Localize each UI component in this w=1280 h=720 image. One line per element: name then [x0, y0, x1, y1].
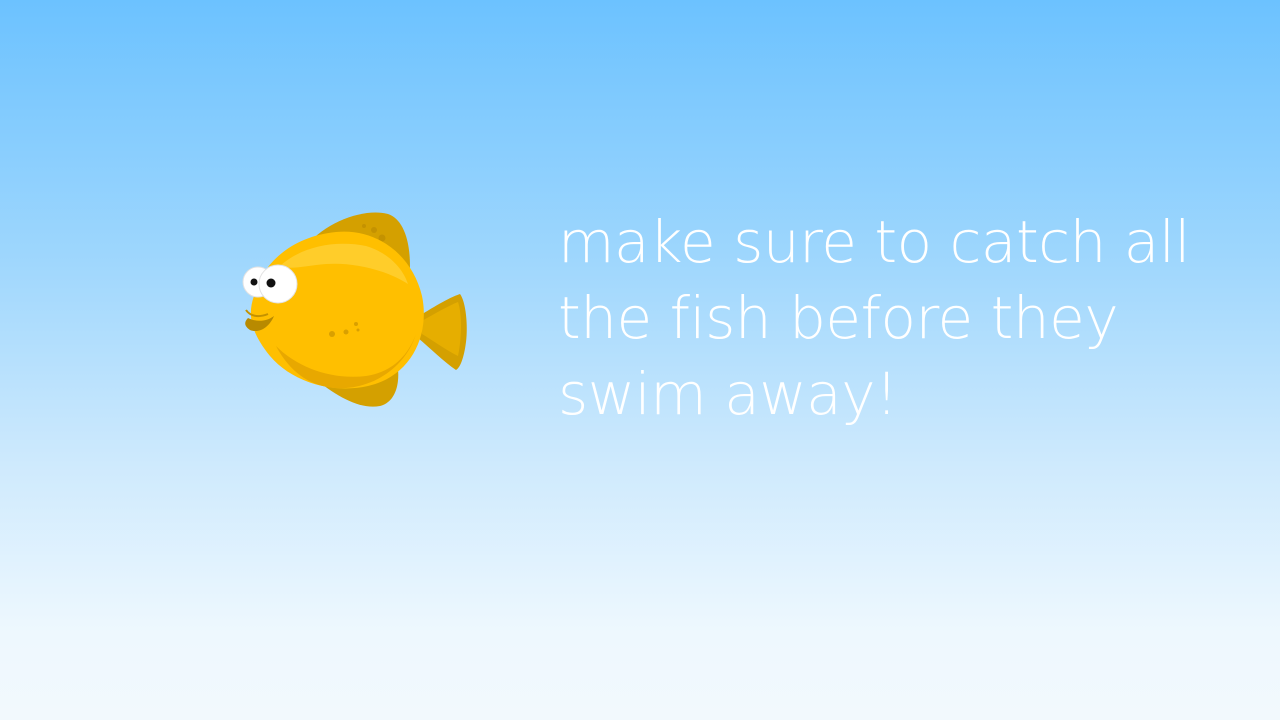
yellow-fish-icon — [242, 212, 467, 407]
fish-eyes — [242, 264, 298, 304]
fish-character — [236, 206, 472, 416]
game-scene: make sure to catch all the fish before t… — [0, 0, 1280, 720]
instruction-message: make sure to catch all the fish before t… — [558, 208, 1191, 428]
